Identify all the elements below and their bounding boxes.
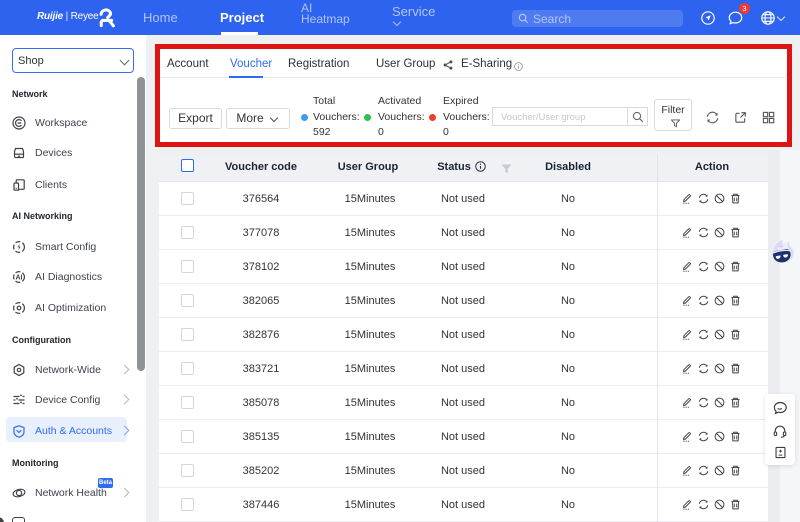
svg-text:AI: AI — [16, 275, 23, 282]
